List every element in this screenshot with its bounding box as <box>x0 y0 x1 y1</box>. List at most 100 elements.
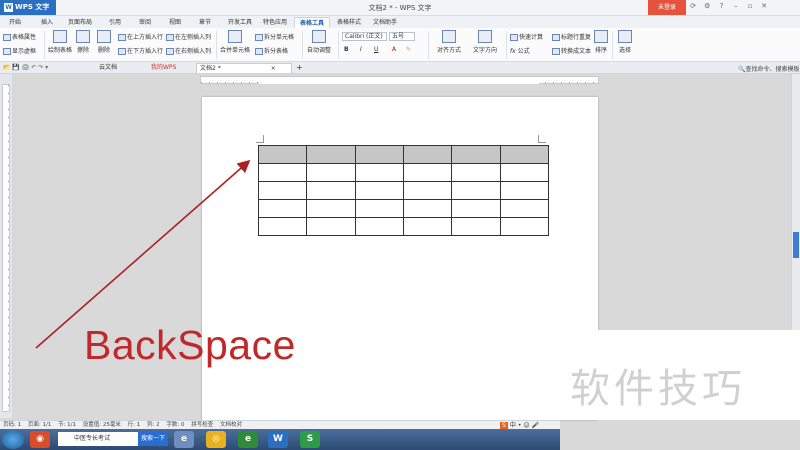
table-cell[interactable] <box>354 163 404 182</box>
document-page[interactable] <box>202 97 598 420</box>
highlight-button[interactable]: ✎ <box>406 46 411 53</box>
table-row[interactable] <box>257 163 550 182</box>
table-cell[interactable] <box>354 217 404 236</box>
table-cell[interactable] <box>402 199 453 218</box>
split-cells-button[interactable]: 拆分单元格 <box>255 32 294 41</box>
login-button[interactable]: 未登录 <box>648 0 686 15</box>
ie-icon[interactable]: e <box>174 431 194 448</box>
table-cell[interactable] <box>499 163 550 182</box>
table-cell[interactable] <box>306 199 356 218</box>
app-menu-button[interactable]: W WPS 文字 <box>0 0 56 15</box>
app-360-icon[interactable]: ◉ <box>30 431 50 448</box>
table-cell[interactable] <box>257 217 308 236</box>
punctuation-icon[interactable]: • <box>518 422 522 429</box>
table-cell[interactable] <box>306 163 356 182</box>
font-color-button[interactable]: A <box>392 46 396 53</box>
tab-review[interactable]: 审阅 <box>134 17 156 28</box>
table-cell[interactable] <box>257 145 308 164</box>
table-row[interactable] <box>257 217 550 236</box>
table-cell[interactable] <box>402 145 453 164</box>
merge-cells-button[interactable]: 合并单元格 <box>218 30 252 54</box>
voice-icon[interactable]: 🎤 <box>532 422 539 429</box>
tab-my-wps[interactable]: 我的WPS <box>148 63 179 73</box>
spellcheck-toggle[interactable]: 拼写检查 <box>191 422 213 428</box>
chrome-icon[interactable]: ◎ <box>206 431 226 448</box>
horizontal-ruler[interactable] <box>200 76 599 84</box>
tab-doc-assistant[interactable]: 文档助手 <box>368 17 402 28</box>
document-table[interactable] <box>257 145 550 236</box>
sort-button[interactable]: 排序 <box>592 30 610 54</box>
minimize-icon[interactable]: – <box>731 2 741 10</box>
table-cell[interactable] <box>354 181 404 200</box>
table-cell[interactable] <box>257 181 308 200</box>
tab-start[interactable]: 开始 <box>4 17 26 28</box>
table-cell[interactable] <box>257 163 308 182</box>
table-cell[interactable] <box>354 199 404 218</box>
tab-cloud-docs[interactable]: 云文档 <box>96 63 120 73</box>
table-cell[interactable] <box>306 181 356 200</box>
table-row[interactable] <box>257 181 550 200</box>
tab-references[interactable]: 引用 <box>104 17 126 28</box>
table-cell[interactable] <box>402 217 453 236</box>
align-button[interactable]: 对齐方式 <box>432 30 466 54</box>
close-tab-icon[interactable]: × <box>271 65 276 72</box>
table-cell[interactable] <box>499 181 550 200</box>
ime-language[interactable]: 中 <box>510 422 516 429</box>
tab-table-tools[interactable]: 表格工具 <box>294 17 330 28</box>
restore-icon[interactable]: ▫ <box>745 2 755 10</box>
quick-access-toolbar[interactable]: 📂 💾 🖨 ↶ ↷ ▾ <box>3 64 48 71</box>
table-cell[interactable] <box>451 181 501 200</box>
autofit-button[interactable]: 自动调整 <box>304 30 334 54</box>
table-header-row[interactable] <box>257 145 550 164</box>
tab-page-layout[interactable]: 页面布局 <box>64 17 96 28</box>
bold-button[interactable]: B <box>344 46 349 53</box>
tab-document2[interactable]: 文档2 * × <box>196 63 292 73</box>
emoji-icon[interactable]: ☺ <box>523 422 529 429</box>
scrollbar-thumb[interactable] <box>793 232 799 258</box>
text-direction-button[interactable]: 文字方向 <box>468 30 502 54</box>
insert-row-below-button[interactable]: 在下方插入行 <box>118 46 163 55</box>
table-cell[interactable] <box>306 145 356 164</box>
erase-button[interactable]: 擦除 <box>74 30 92 54</box>
insert-row-above-button[interactable]: 在上方插入行 <box>118 32 163 41</box>
tab-view[interactable]: 视图 <box>164 17 186 28</box>
delete-button[interactable]: 删除 <box>94 30 114 54</box>
taskbar-search-input[interactable]: 中医专长考试 <box>58 432 138 446</box>
tab-developer[interactable]: 开发工具 <box>224 17 256 28</box>
font-size-select[interactable]: 五号 <box>389 32 415 41</box>
table-cell[interactable] <box>402 163 453 182</box>
command-search[interactable]: 🔍查找命令、搜索模板 <box>738 64 800 73</box>
table-cell[interactable] <box>451 163 501 182</box>
table-cell[interactable] <box>451 199 501 218</box>
show-gridlines-button[interactable]: 显示虚框 <box>3 46 36 55</box>
insert-col-left-button[interactable]: 在左侧插入列 <box>166 32 211 41</box>
underline-button[interactable]: U <box>374 46 378 53</box>
split-table-button[interactable]: 拆分表格 <box>255 46 288 55</box>
vertical-scrollbar[interactable] <box>791 74 800 330</box>
table-row[interactable] <box>257 199 550 218</box>
tab-features[interactable]: 特色应用 <box>258 17 292 28</box>
wps-sheets-icon[interactable]: S <box>300 431 320 448</box>
browser-e-icon[interactable]: e <box>238 431 258 448</box>
font-name-select[interactable]: Calibri (正文) <box>342 32 387 41</box>
insert-col-right-button[interactable]: 在右侧插入列 <box>166 46 211 55</box>
close-icon[interactable]: ✕ <box>759 2 769 10</box>
table-cell[interactable] <box>499 217 550 236</box>
table-cell[interactable] <box>257 199 308 218</box>
proofread-toggle[interactable]: 文档校对 <box>220 422 242 428</box>
wps-writer-icon[interactable]: W <box>268 431 288 448</box>
help-icon[interactable]: ? <box>716 2 726 10</box>
table-cell[interactable] <box>451 217 501 236</box>
skin-icon[interactable]: ⟳ <box>688 2 698 10</box>
table-cell[interactable] <box>499 199 550 218</box>
table-cell[interactable] <box>451 145 501 164</box>
italic-button[interactable]: I <box>360 46 362 53</box>
table-cell[interactable] <box>354 145 404 164</box>
tab-sections[interactable]: 章节 <box>194 17 216 28</box>
select-button[interactable]: 选择 <box>614 30 636 54</box>
start-button[interactable] <box>2 430 24 449</box>
quick-calc-button[interactable]: 快速计算 <box>510 32 543 41</box>
convert-to-text-button[interactable]: 转换成文本 <box>552 46 591 55</box>
table-cell[interactable] <box>402 181 453 200</box>
repeat-header-button[interactable]: 标题行重复 <box>552 32 591 41</box>
